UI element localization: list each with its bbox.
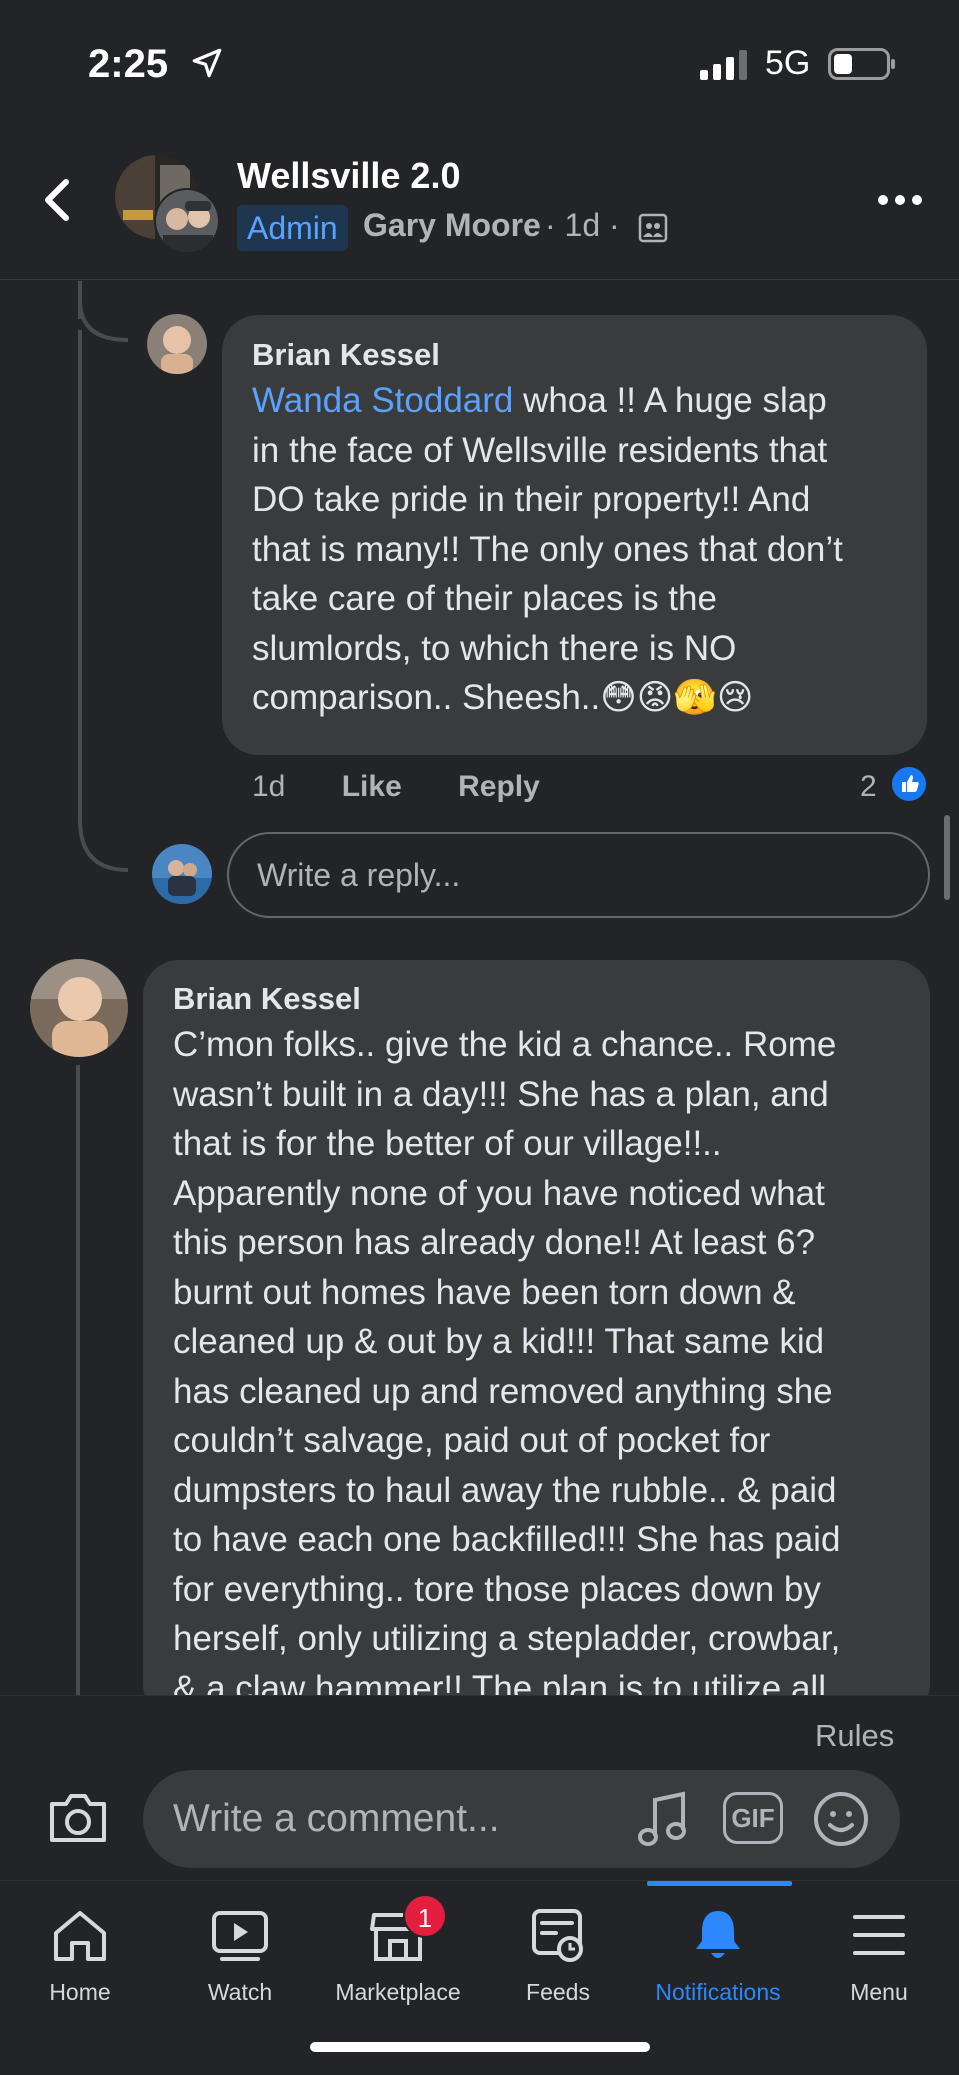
emoji-peek: 🫣 xyxy=(673,678,717,717)
emoji-flushed: 😳 xyxy=(600,678,637,717)
tab-label: Feeds xyxy=(526,1979,590,2005)
status-time: 2:25 xyxy=(88,42,169,86)
emoji-icon[interactable] xyxy=(812,1790,870,1848)
comment-placeholder: Write a comment... xyxy=(173,1797,500,1840)
comment-line: dumpsters to haul away the rubble.. & pa… xyxy=(173,1470,837,1510)
tab-label: Menu xyxy=(850,1979,908,2005)
like-button[interactable]: Like xyxy=(342,770,402,803)
mention-link[interactable]: Wanda Stoddard xyxy=(252,381,513,420)
current-user-avatar xyxy=(152,844,212,904)
comment-line: Apparently none of you have noticed what xyxy=(173,1173,825,1213)
comment-time: 1d xyxy=(252,770,286,803)
comment-line: DO take pride in their property!! And xyxy=(252,480,811,519)
back-chevron-icon[interactable] xyxy=(36,170,76,230)
emoji-sad: 😢 xyxy=(716,678,754,717)
more-icon[interactable] xyxy=(875,185,925,215)
comment-line: wasn’t built in a day!!! She has a plan,… xyxy=(173,1074,829,1114)
tab-label: Home xyxy=(49,1979,111,2005)
network-type: 5G xyxy=(765,44,811,82)
comment-line: in the face of Wellsville residents that xyxy=(252,430,828,470)
music-note-icon[interactable] xyxy=(637,1790,691,1850)
comment-line: that is many!! The only ones that don’t xyxy=(252,529,843,569)
tab-label: Marketplace xyxy=(335,1979,461,2005)
comment-line: for everything.. tore those places down … xyxy=(173,1569,821,1609)
comment-text: Wanda Stoddard whoa !! A huge slap in th… xyxy=(252,376,912,723)
admin-badge: Admin xyxy=(237,205,348,251)
comment-line: has cleaned up and removed anything she xyxy=(173,1371,833,1411)
reply-placeholder: Write a reply... xyxy=(257,857,461,893)
comment-line: that is for the better of our village!!.… xyxy=(173,1124,722,1163)
post-header: Wellsville 2.0 Admin Gary Moore · 1d · xyxy=(0,125,959,280)
thread-connector xyxy=(78,330,82,820)
tab-label: Notifications xyxy=(655,1979,781,2005)
signal-icon xyxy=(700,50,747,80)
comment-line: whoa !! A huge slap xyxy=(523,381,827,420)
tab-watch[interactable]: Watch xyxy=(160,1905,320,2006)
gif-button[interactable]: GIF xyxy=(723,1792,783,1844)
tab-label: Watch xyxy=(207,1979,273,2005)
location-arrow-icon xyxy=(192,48,222,78)
camera-icon[interactable] xyxy=(46,1790,110,1846)
tab-menu[interactable]: Menu xyxy=(799,1905,959,2006)
comment-line: to have each one backfilled!!! She has p… xyxy=(173,1520,841,1559)
comment-author[interactable]: Brian Kessel xyxy=(252,337,440,373)
comment-actions: 1d Like Reply xyxy=(252,770,588,804)
tab-feeds[interactable]: Feeds xyxy=(478,1905,638,2006)
reply-button[interactable]: Reply xyxy=(458,770,540,803)
home-icon xyxy=(54,1911,106,1961)
tab-home[interactable]: Home xyxy=(0,1905,160,2006)
avatar[interactable] xyxy=(147,314,207,374)
comment-line: take care of their places is the xyxy=(252,579,717,618)
feeds-icon xyxy=(532,1909,583,1962)
group-avatar-stack[interactable] xyxy=(115,155,220,255)
comment-line: cleaned up & out by a kid!!! That same k… xyxy=(173,1322,825,1361)
tab-marketplace[interactable]: Marketplace xyxy=(318,1905,478,2006)
menu-icon xyxy=(853,1915,905,1955)
avatar[interactable] xyxy=(30,959,128,1057)
home-indicator xyxy=(310,2042,650,2052)
comment-text: C’mon folks.. give the kid a chance.. Ro… xyxy=(173,1020,913,1695)
privacy-members-icon xyxy=(638,213,668,243)
group-name[interactable]: Wellsville 2.0 xyxy=(237,155,460,197)
thread-connector xyxy=(76,1065,80,1695)
like-reaction-icon xyxy=(889,764,929,804)
watch-icon xyxy=(212,1911,268,1961)
post-meta: · 1d · xyxy=(545,207,620,243)
comment-line: slumlords, to which there is NO xyxy=(252,628,737,668)
comment-line: couldn’t salvage, paid out of pocket for xyxy=(173,1421,771,1460)
reaction-count[interactable]: 2 xyxy=(860,770,877,804)
scrollbar[interactable] xyxy=(944,815,950,900)
comment-line: herself, only utilizing a stepladder, cr… xyxy=(173,1619,841,1658)
tab-notifications[interactable]: Notifications xyxy=(638,1905,798,2006)
comment-line: C’mon folks.. give the kid a chance.. Ro… xyxy=(173,1025,837,1064)
comment-line: & a claw hammer!! The plan is to utilize… xyxy=(173,1668,826,1696)
poster-name[interactable]: Gary Moore xyxy=(363,207,541,244)
rules-link[interactable]: Rules xyxy=(815,1718,894,1754)
comment-line: comparison.. Sheesh.. xyxy=(252,678,601,717)
battery-icon xyxy=(828,48,895,80)
status-bar: 2:25 5G xyxy=(0,0,959,125)
comment-line: burnt out homes have been torn down & xyxy=(173,1272,796,1312)
comment-author[interactable]: Brian Kessel xyxy=(173,981,361,1017)
emoji-angry: 😡 xyxy=(636,678,674,717)
marketplace-badge: 1 xyxy=(403,1894,447,1938)
bell-icon xyxy=(696,1911,740,1958)
active-tab-indicator xyxy=(647,1881,792,1886)
comment-line: this person has already done!! At least … xyxy=(173,1223,816,1262)
thread-curve xyxy=(78,300,128,342)
thread-curve xyxy=(78,820,128,872)
